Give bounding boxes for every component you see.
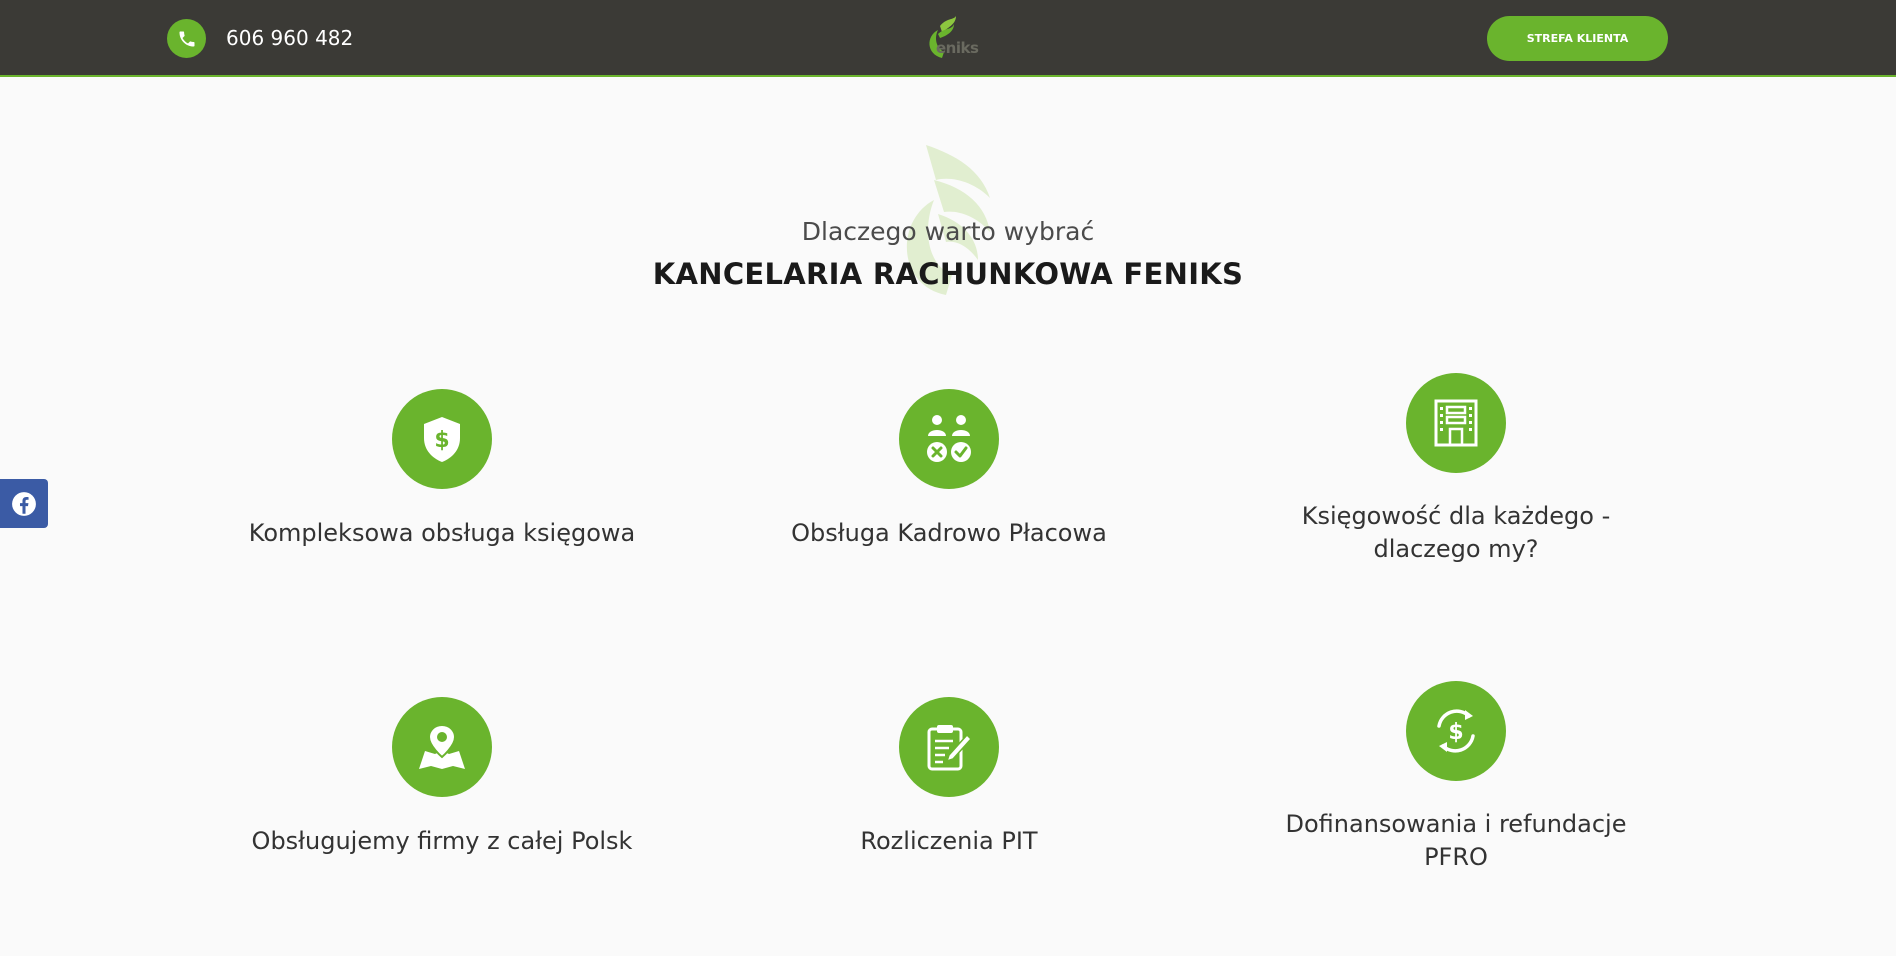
client-zone-button[interactable]: STREFA KLIENTA [1487, 16, 1668, 61]
feature-item-pfron-funding[interactable]: $ Dofinansowania i refundacje PFRO [1226, 681, 1686, 881]
feature-label: Dofinansowania i refundacje PFRO [1226, 808, 1686, 874]
feature-label: Obsługujemy firmy z całej Polsk [251, 827, 633, 855]
feature-item-nationwide[interactable]: Obsługujemy firmy z całej Polsk [212, 697, 672, 867]
feature-label-line: dlaczego my? [1373, 535, 1539, 563]
top-header-bar: 606 960 482 eniks STREFA KLIENTA [0, 0, 1896, 77]
map-pin-icon [392, 697, 492, 797]
svg-text:$: $ [434, 428, 449, 453]
feature-label: Rozliczenia PIT [860, 827, 1038, 855]
feature-label-line: Dofinansowania i refundacje [1285, 810, 1627, 838]
feature-item-hr-payroll[interactable]: Obsługa Kadrowo Płacowa [719, 389, 1179, 559]
section-subtitle: Dlaczego warto wybrać [801, 217, 1095, 246]
svg-text:$: $ [1448, 720, 1463, 745]
feature-item-accounting[interactable]: $ Kompleksowa obsługa księgowa [212, 389, 672, 559]
why-choose-section: Dlaczego warto wybrać KANCELARIA RACHUNK… [0, 140, 1896, 310]
office-building-icon [1406, 373, 1506, 473]
feature-label: Obsługa Kadrowo Płacowa [791, 519, 1107, 547]
facebook-icon [12, 491, 36, 516]
feature-label: Księgowość dla każdego - dlaczego my? [1226, 500, 1686, 566]
feature-item-accounting-for-everyone[interactable]: Księgowość dla każdego - dlaczego my? [1226, 373, 1686, 573]
feature-item-pit[interactable]: Rozliczenia PIT [719, 697, 1179, 867]
phone-icon[interactable] [167, 19, 206, 58]
feature-label-line: Księgowość dla każdego - [1301, 502, 1611, 530]
document-edit-icon [899, 697, 999, 797]
facebook-side-button[interactable] [0, 479, 48, 528]
phone-number-link[interactable]: 606 960 482 [226, 24, 353, 52]
feature-label: Kompleksowa obsługa księgowa [248, 519, 636, 547]
people-approval-icon [899, 389, 999, 489]
logo-wordmark: eniks [936, 39, 979, 57]
shield-dollar-icon: $ [392, 389, 492, 489]
section-title: KANCELARIA RACHUNKOWA FENIKS [652, 257, 1244, 291]
dollar-cycle-icon: $ [1406, 681, 1506, 781]
feature-label-line: PFRO [1424, 843, 1488, 871]
